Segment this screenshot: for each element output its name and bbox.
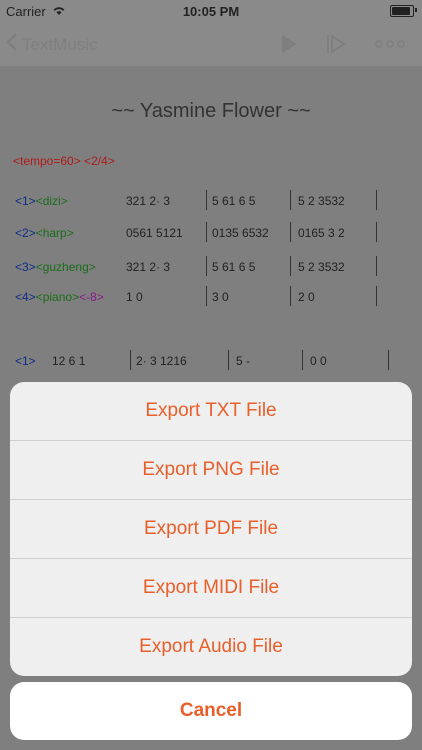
instrument-label: <harp> xyxy=(35,226,74,240)
measure: 0165 3 2 xyxy=(298,226,345,240)
barline xyxy=(376,222,377,242)
track-row-2: <2><harp> xyxy=(15,226,74,240)
barline xyxy=(388,350,389,370)
tempo-line: <tempo=60> <2/4> xyxy=(13,154,115,168)
barline xyxy=(228,350,229,370)
measure: 0561 5121 xyxy=(126,226,183,240)
octave-shift: <-8> xyxy=(79,290,104,304)
track-row-5: <1> xyxy=(15,354,36,368)
song-title: ~~ Yasmine Flower ~~ xyxy=(111,100,311,122)
measure: 5 61 6 5 xyxy=(212,260,256,274)
instrument-label: <piano> xyxy=(35,290,80,304)
track-number: <4> xyxy=(15,290,36,304)
measure: 5 - xyxy=(236,354,251,368)
nav-bar: TextMusic xyxy=(0,22,422,66)
measure: 2· 3 1216 xyxy=(136,354,187,368)
export-midi-button[interactable]: Export MIDI File xyxy=(10,559,412,618)
measure: 5 2 3532 xyxy=(298,194,345,208)
play-step-icon[interactable] xyxy=(324,32,348,56)
barline xyxy=(206,222,207,242)
track-row-3: <3><guzheng> xyxy=(15,260,96,274)
barline xyxy=(302,350,303,370)
measure: 2 0 xyxy=(298,290,315,304)
measure: 5 2 3532 xyxy=(298,260,345,274)
barline xyxy=(290,256,291,276)
track-number: <3> xyxy=(15,260,36,274)
track-row-1: <1><dizi> xyxy=(15,194,68,208)
battery-cap xyxy=(415,8,417,12)
track-number: <1> xyxy=(15,194,36,208)
export-action-sheet: Export TXT File Export PNG File Export P… xyxy=(10,382,412,676)
track-row-4: <4><piano><-8> xyxy=(15,290,104,304)
barline xyxy=(290,286,291,306)
barline xyxy=(130,350,131,370)
measure: 5 61 6 5 xyxy=(212,194,256,208)
export-png-button[interactable]: Export PNG File xyxy=(10,441,412,500)
export-pdf-button[interactable]: Export PDF File xyxy=(10,500,412,559)
measure: 12 6 1 xyxy=(52,354,86,368)
measure: 321 2· 3 xyxy=(126,194,171,208)
more-icon[interactable] xyxy=(374,32,406,56)
cancel-button[interactable]: Cancel xyxy=(10,682,412,740)
export-txt-button[interactable]: Export TXT File xyxy=(10,382,412,441)
barline xyxy=(206,190,207,210)
barline xyxy=(290,222,291,242)
back-label: TextMusic xyxy=(22,35,98,54)
chevron-left-icon xyxy=(6,32,18,58)
measure: 0 0 xyxy=(310,354,327,368)
barline xyxy=(206,286,207,306)
back-button[interactable]: TextMusic xyxy=(6,32,98,58)
barline xyxy=(376,256,377,276)
track-number: <1> xyxy=(15,354,36,368)
play-icon[interactable] xyxy=(277,32,301,56)
measure: 3 0 xyxy=(212,290,229,304)
instrument-label: <guzheng> xyxy=(35,260,96,274)
barline xyxy=(376,286,377,306)
status-bar: Carrier 10:05 PM xyxy=(0,0,422,22)
battery-icon xyxy=(390,5,414,17)
barline xyxy=(290,190,291,210)
export-audio-button[interactable]: Export Audio File xyxy=(10,618,412,676)
instrument-label: <dizi> xyxy=(35,194,68,208)
track-number: <2> xyxy=(15,226,36,240)
measure: 0135 6532 xyxy=(212,226,269,240)
measure: 1 0 xyxy=(126,290,143,304)
clock: 10:05 PM xyxy=(182,4,240,19)
measure: 321 2· 3 xyxy=(126,260,171,274)
barline xyxy=(376,190,377,210)
barline xyxy=(206,256,207,276)
